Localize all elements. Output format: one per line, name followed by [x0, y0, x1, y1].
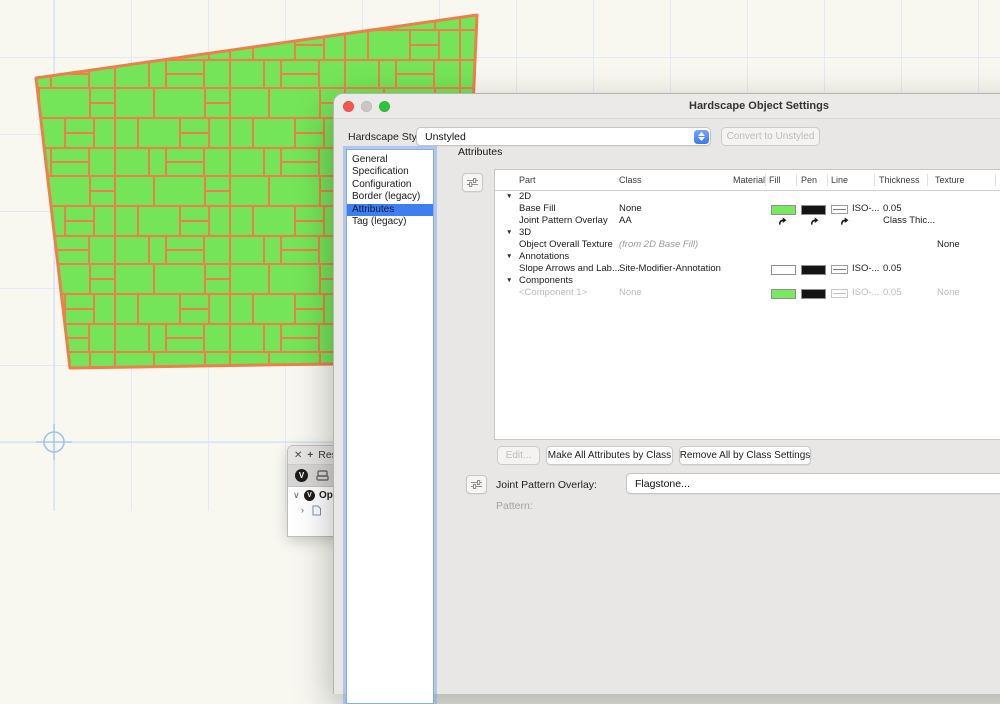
make-all-attributes-by-class-button[interactable]: Make All Attributes by Class — [546, 446, 673, 465]
part-cell: Object Overall Texture — [519, 239, 613, 251]
nav-item-border-legacy[interactable]: Border (legacy) — [347, 191, 433, 203]
class-cell: Site-Modifier-Annotation — [619, 263, 721, 275]
thickness-cell: 0.05 — [883, 287, 902, 299]
chevron-right-icon[interactable]: › — [301, 505, 308, 515]
part-cell: 3D — [519, 227, 531, 239]
attr-row-object-overall-texture[interactable]: Object Overall Texture (from 2D Base Fill… — [495, 239, 1000, 251]
dialog-titlebar[interactable]: Hardscape Object Settings — [334, 94, 1000, 119]
part-cell: Annotations — [519, 251, 569, 263]
triangle-down-icon[interactable]: ▼ — [506, 227, 512, 239]
pen-swatch[interactable] — [801, 205, 826, 215]
part-cell: Components — [519, 275, 573, 287]
fill-swatch[interactable] — [771, 265, 796, 275]
class-cell: (from 2D Base Fill) — [619, 239, 698, 251]
attr-row-base-fill[interactable]: Base Fill None ISO-... 0.05 — [495, 203, 1000, 215]
remove-all-by-class-settings-button[interactable]: Remove All by Class Settings — [679, 446, 811, 465]
class-cell: None — [619, 203, 642, 215]
nav-item-attributes[interactable]: Attributes — [347, 204, 433, 216]
part-cell: Slope Arrows and Lab... — [519, 263, 620, 275]
vectorworks-logo-icon[interactable]: V — [295, 469, 308, 482]
dialog-title: Hardscape Object Settings — [334, 94, 1000, 118]
fill-swatch[interactable] — [771, 289, 796, 299]
attributes-section-label: Attributes — [458, 146, 502, 158]
hardscape-style-label: Hardscape Style: — [348, 131, 414, 143]
nav-item-tag-legacy[interactable]: Tag (legacy) — [347, 216, 433, 228]
attr-row-component-1[interactable]: <Component 1> None ISO-... 0.05 None — [495, 287, 1000, 299]
part-cell: 2D — [519, 191, 531, 203]
by-class-arrow-icon — [840, 217, 849, 225]
attribute-settings-button[interactable] — [462, 173, 483, 192]
hardscape-object-settings-dialog: Hardscape Object Settings Hardscape Styl… — [333, 93, 1000, 694]
line-style-swatch[interactable] — [831, 289, 848, 298]
sliders-icon — [467, 178, 478, 187]
attributes-table: PartClassMaterialFillPenLineThicknessTex… — [494, 169, 1000, 440]
close-icon[interactable]: ✕ — [294, 450, 302, 461]
thickness-cell: Class Thic... — [883, 215, 935, 227]
tree-item-label: Op — [319, 490, 333, 501]
class-cell: AA — [619, 215, 632, 227]
updown-stepper-icon[interactable] — [694, 130, 709, 144]
pattern-label: Pattern: — [496, 500, 533, 512]
line-style-swatch[interactable] — [831, 265, 848, 274]
palette-tool-icon[interactable] — [316, 470, 329, 482]
hardscape-style-value: Unstyled — [425, 128, 466, 145]
sliders-icon — [471, 480, 482, 489]
line-style-swatch[interactable] — [831, 205, 848, 214]
part-cell: <Component 1> — [519, 287, 587, 299]
vectorworks-logo-icon: V — [304, 490, 315, 501]
joint-pattern-overlay-label: Joint Pattern Overlay: — [496, 479, 597, 491]
pen-swatch[interactable] — [801, 289, 826, 299]
joint-pattern-overlay-value: Flagstone... — [635, 474, 690, 493]
file-icon — [312, 505, 321, 516]
hardscape-style-select[interactable]: Unstyled — [416, 127, 711, 146]
line-style-cell: ISO-... — [852, 203, 879, 215]
by-class-arrow-icon — [778, 217, 787, 225]
part-cell: Base Fill — [519, 203, 555, 215]
thickness-cell: 0.05 — [883, 263, 902, 275]
triangle-down-icon[interactable]: ▼ — [506, 275, 512, 287]
pen-swatch[interactable] — [801, 265, 826, 275]
convert-to-unstyled-button[interactable]: Convert to Unstyled — [721, 127, 820, 146]
attr-group-2d[interactable]: ▼ 2D — [495, 191, 1000, 203]
thickness-cell: 0.05 — [883, 203, 902, 215]
joint-pattern-overlay-select[interactable]: Flagstone... — [626, 473, 1000, 494]
plus-icon[interactable]: + — [307, 450, 313, 461]
settings-nav-list: GeneralSpecificationConfigurationBorder … — [346, 149, 434, 704]
nav-item-general[interactable]: General — [347, 154, 433, 166]
triangle-down-icon[interactable]: ▼ — [506, 191, 512, 203]
edit-button[interactable]: Edit... — [497, 446, 540, 465]
joint-pattern-settings-button[interactable] — [466, 475, 487, 494]
attr-row-slope-arrows-and-lab[interactable]: Slope Arrows and Lab...Site-Modifier-Ann… — [495, 263, 1000, 275]
nav-item-configuration[interactable]: Configuration — [347, 179, 433, 191]
fill-swatch[interactable] — [771, 205, 796, 215]
attr-group-components[interactable]: ▼ Components — [495, 275, 1000, 287]
attr-group-3d[interactable]: ▼ 3D — [495, 227, 1000, 239]
texture-cell: None — [937, 287, 960, 299]
chevron-down-icon[interactable]: ∨ — [293, 490, 300, 501]
line-style-cell: ISO-... — [852, 263, 879, 275]
attr-group-annotations[interactable]: ▼ Annotations — [495, 251, 1000, 263]
texture-cell: None — [937, 239, 960, 251]
part-cell: Joint Pattern Overlay — [519, 215, 608, 227]
attr-row-joint-pattern-overlay[interactable]: Joint Pattern Overlay AA Class Thic... — [495, 215, 1000, 227]
nav-item-specification[interactable]: Specification — [347, 166, 433, 178]
by-class-arrow-icon — [810, 217, 819, 225]
triangle-down-icon[interactable]: ▼ — [506, 251, 512, 263]
attributes-table-body: ▼2DBase FillNoneISO-...0.05Joint Pattern… — [495, 170, 1000, 439]
line-style-cell: ISO-... — [852, 287, 879, 299]
class-cell: None — [619, 287, 642, 299]
